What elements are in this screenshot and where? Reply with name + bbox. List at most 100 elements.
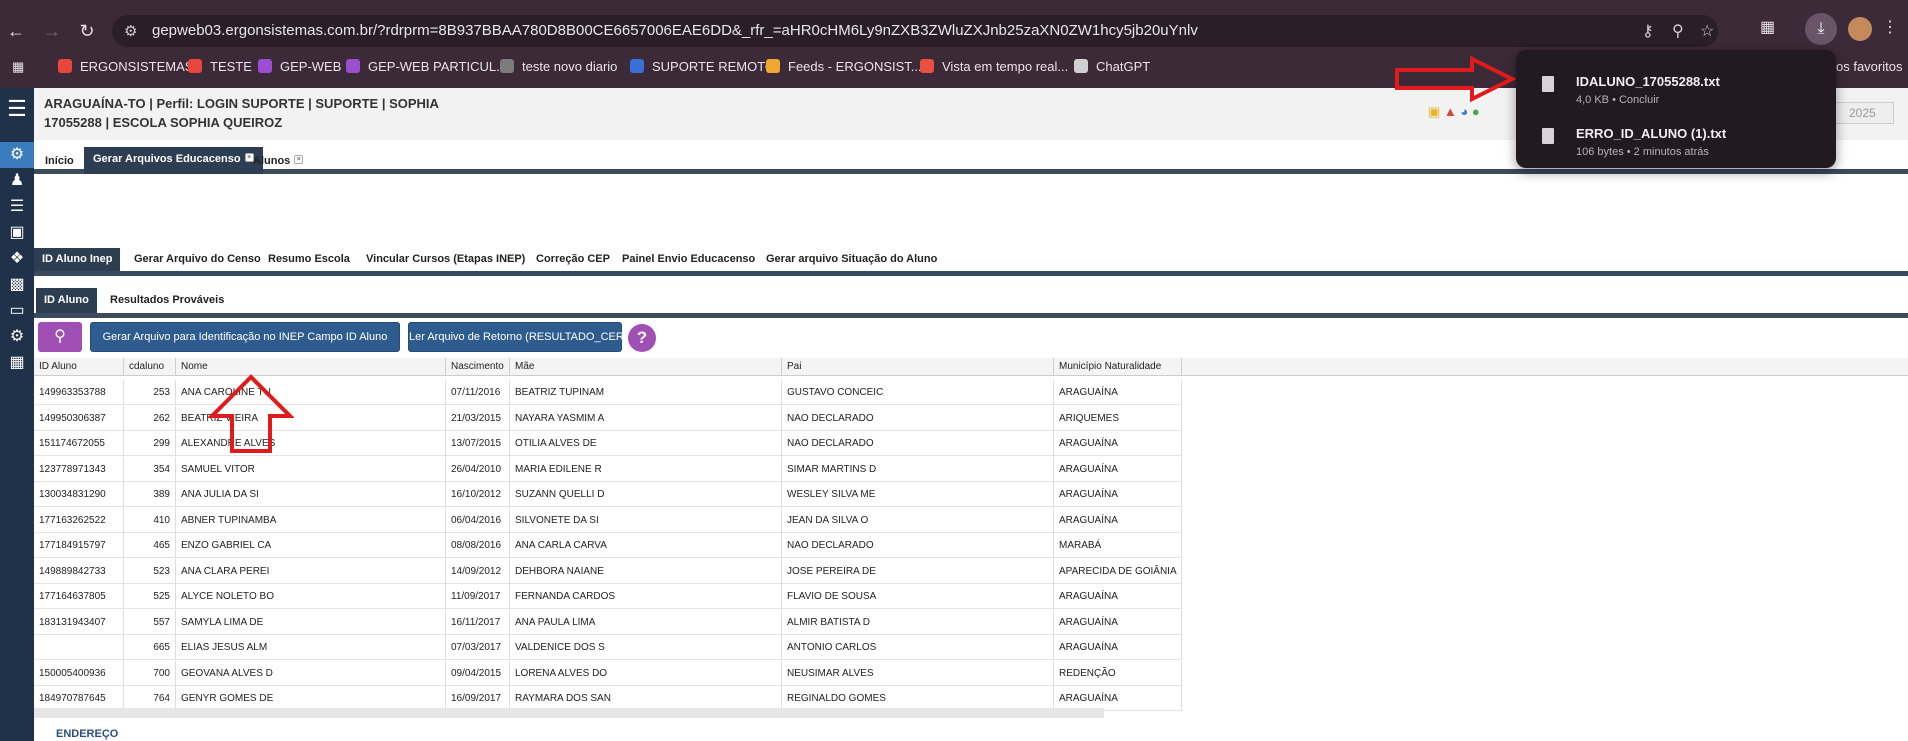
table-row[interactable]: 183131943407 557 SAMYLA LIMA DE 16/11/2017 A… (34, 609, 1182, 635)
cell-pai: ANTONIO CARLOS (782, 635, 1054, 660)
zoom-icon[interactable]: ⚲ (1672, 21, 1684, 41)
horizontal-scroll-strip[interactable] (34, 708, 1104, 718)
bookmark-item[interactable]: TESTE (188, 59, 252, 74)
bookmark-item[interactable]: GEP-WEB PARTICUL... (346, 59, 507, 74)
cell-cdaluno: 354 (124, 456, 176, 482)
cell-nascimento: 13/07/2015 (446, 431, 510, 456)
downloads-icon[interactable]: ⤓ (1805, 13, 1837, 45)
tab-resultados-provaveis[interactable]: Resultados Prováveis (102, 288, 232, 313)
table-row[interactable]: 177164637805 525 ALYCE NOLETO BO 11/09/2017… (34, 584, 1182, 609)
table-row[interactable]: 665 ELIAS JESUS ALM 07/03/2017 VALDENICE DO… (34, 635, 1182, 660)
bookmark-item[interactable]: Vista em tempo real... (920, 59, 1068, 74)
tab-vincular-cursos[interactable]: Vincular Cursos (Etapas INEP) (358, 248, 533, 271)
column-header[interactable]: Município Naturalidade (1054, 358, 1182, 376)
map-icon[interactable]: ▲ (1444, 104, 1457, 119)
read-return-file-button[interactable]: Ler Arquivo de Retorno (RESULTADO_CERTO.… (408, 322, 666, 352)
bookmark-item[interactable]: teste novo diario (500, 59, 617, 74)
cell-cdaluno: 700 (124, 660, 176, 686)
tab-id-aluno-inep[interactable]: ID Aluno Inep (34, 248, 121, 271)
pie-chart-icon[interactable]: ◕ (1460, 104, 1468, 119)
cell-id-aluno: 150005400936 (34, 660, 124, 686)
tab-gerar-arquivo-censo[interactable]: Gerar Arquivo do Censo (126, 248, 269, 271)
tab-resumo-escola[interactable]: Resumo Escola (260, 248, 358, 271)
hamburger-menu-icon[interactable]: ☰ (0, 96, 34, 122)
table-icon[interactable]: ▦ (0, 350, 34, 376)
gear-icon[interactable]: ⚙ (0, 324, 34, 350)
list-icon[interactable]: ☰ (0, 194, 34, 220)
bookmark-item[interactable]: ERGONSISTEMAS (58, 59, 193, 74)
bus-icon[interactable]: ▩ (0, 272, 34, 298)
table-row[interactable]: 149889842733 523 ANA CLARA PEREI 14/09/2012… (34, 558, 1182, 584)
table-row[interactable]: 149950306387 262 BEATRIZ VIEIRA 21/03/2015 N… (34, 405, 1182, 431)
tab-correcao-cep[interactable]: Correção CEP (528, 248, 618, 271)
monitor-icon[interactable]: ▭ (0, 298, 34, 324)
column-header[interactable]: cdaluno (124, 358, 176, 376)
bookmark-item[interactable]: ChatGPT (1074, 59, 1150, 74)
forward-icon[interactable]: → (41, 20, 63, 42)
help-button[interactable]: ? (628, 324, 656, 352)
tab-gerar-arquivos-educacenso[interactable]: Gerar Arquivos Educacenso × (84, 147, 263, 174)
cell-cdaluno: 523 (124, 558, 176, 584)
tab-id-aluno[interactable]: ID Aluno (36, 288, 97, 313)
cell-mae: DEHBORA NAIANE (510, 558, 782, 584)
generate-id-file-button[interactable]: Gerar Arquivo para Identificação no INEP… (90, 322, 400, 352)
download-item[interactable]: ERRO_ID_ALUNO (1).txt 106 bytes • 2 minu… (1516, 114, 1836, 164)
address-bar[interactable]: ⚙ gepweb03.ergonsistemas.com.br/?rdrprm=… (112, 15, 1718, 47)
cell-nascimento: 14/09/2012 (446, 558, 510, 584)
apps-grid-icon[interactable]: ▦ (12, 59, 24, 75)
bookmark-item[interactable]: GEP-WEB (258, 59, 341, 74)
close-icon[interactable]: × (294, 155, 304, 164)
credit-card-icon[interactable]: ▣ (0, 220, 34, 246)
tab-gerar-arquivo-situacao[interactable]: Gerar arquivo Situação do Aluno (758, 248, 945, 271)
table-row[interactable]: 151174672055 299 ALEXANDRE ALVES 13/07/2015… (34, 431, 1182, 456)
cell-municipio: ARAGUAÍNA (1054, 635, 1182, 660)
cell-nascimento: 26/04/2010 (446, 456, 510, 482)
settings-gears-icon[interactable]: ⚙ (0, 142, 34, 168)
bookmark-star-icon[interactable]: ☆ (1700, 21, 1714, 41)
download-item[interactable]: IDALUNO_17055288.txt 4,0 KB • Concluir (1516, 62, 1836, 112)
cell-id-aluno: 151174672055 (34, 431, 124, 456)
bookmark-label: GEP-WEB PARTICUL... (368, 59, 507, 74)
cell-pai: NAO DECLARADO (782, 405, 1054, 431)
cell-pai: WESLEY SILVA ME (782, 482, 1054, 507)
cell-nome: ANA CLARA PEREI (176, 558, 446, 584)
tab-painel-envio-educacenso[interactable]: Painel Envio Educacenso (614, 248, 763, 271)
cell-nome: ENZO GABRIEL CA (176, 533, 446, 558)
column-header[interactable]: Nascimento (446, 358, 510, 376)
table-row[interactable]: 123778971343 354 SAMUEL VITOR 26/04/2010 MAR… (34, 456, 1182, 482)
card-icon[interactable]: ▣ (1428, 104, 1440, 119)
table-row[interactable]: 177163262522 410 ABNER TUPINAMBA 06/04/2016… (34, 507, 1182, 533)
search-button[interactable]: ⚲ (38, 322, 82, 352)
bookmark-item[interactable]: Feeds - ERGONSIST... (766, 59, 922, 74)
cell-id-aluno (34, 635, 124, 660)
column-header[interactable]: ID Aluno (34, 358, 124, 376)
password-key-icon[interactable]: ⚷ (1642, 21, 1654, 41)
url-text[interactable]: gepweb03.ergonsistemas.com.br/?rdrprm=8B… (152, 22, 1198, 39)
cell-municipio: MARABÁ (1054, 533, 1182, 558)
chat-icon[interactable]: ● (1472, 104, 1480, 119)
table-row[interactable]: 177184915797 465 ENZO GABRIEL CA 08/08/2016… (34, 533, 1182, 558)
download-meta: 106 bytes • 2 minutos atrás (1576, 146, 1709, 158)
bookmark-item[interactable]: SUPORTE REMOTO (630, 59, 775, 74)
cell-pai: GUSTAVO CONCEIC (782, 380, 1054, 405)
table-row[interactable]: 130034831290 389 ANA JULIA DA SI 16/10/2012… (34, 482, 1182, 507)
column-header[interactable]: Mãe (510, 358, 782, 376)
profile-avatar[interactable] (1848, 17, 1872, 41)
dropbox-icon[interactable]: ❖ (0, 246, 34, 272)
bookmark-favicon (58, 59, 72, 73)
table-row[interactable]: 150005400936 700 GEOVANA ALVES D 09/04/2015… (34, 660, 1182, 686)
table-row[interactable]: 149963353788 253 ANA CAROLINE TU 07/11/2016… (34, 380, 1182, 405)
column-header[interactable]: Pai (782, 358, 1054, 376)
cell-nome: ALYCE NOLETO BO (176, 584, 446, 609)
person-icon[interactable]: ♟ (0, 168, 34, 194)
menu-dots-icon[interactable]: ⋮ (1882, 17, 1898, 37)
cell-municipio: APARECIDA DE GOIÂNIA (1054, 558, 1182, 584)
reload-icon[interactable]: ↻ (76, 20, 98, 42)
tab-alunos[interactable]: Alunos × (244, 149, 312, 174)
back-icon[interactable]: ← (5, 20, 27, 42)
all-bookmarks-link[interactable]: os favoritos (1836, 59, 1902, 74)
tab-inicio[interactable]: Início (36, 149, 83, 174)
site-info-icon[interactable]: ⚙ (124, 22, 137, 40)
cell-mae: OTILIA ALVES DE (510, 431, 782, 456)
extensions-icon[interactable]: ▦ (1760, 17, 1775, 37)
